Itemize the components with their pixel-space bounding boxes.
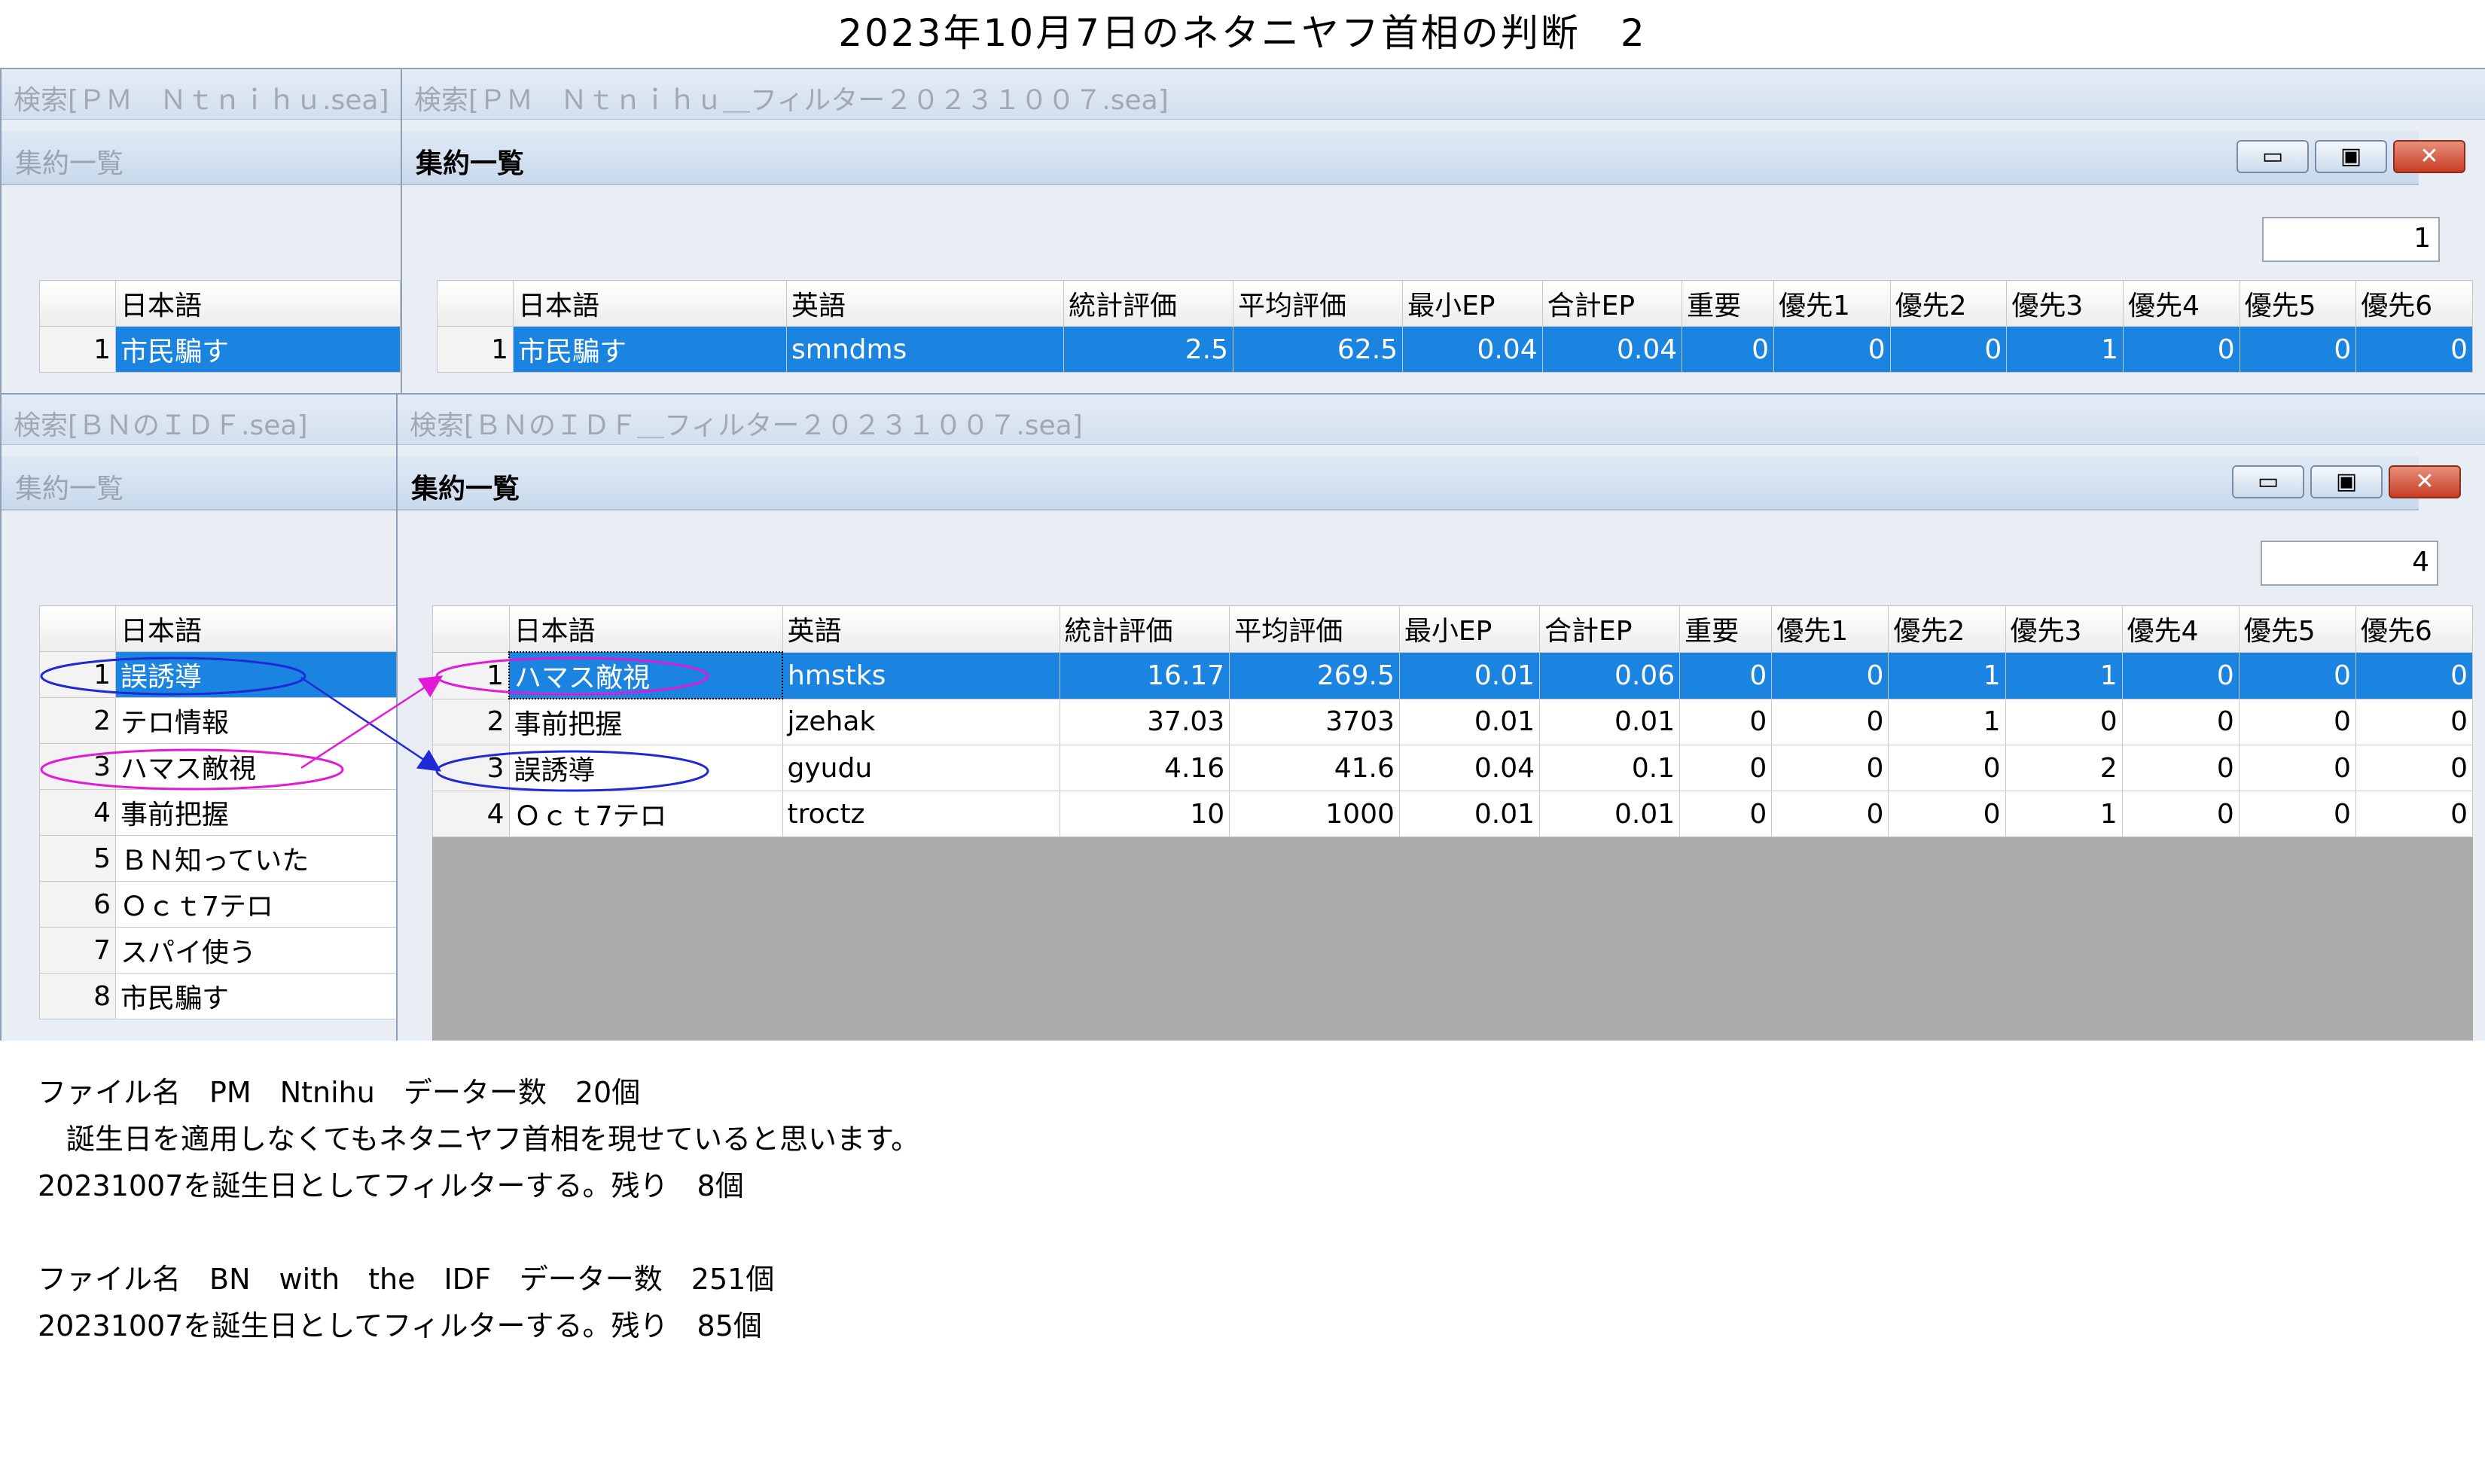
ellipse-magenta-right <box>435 657 709 696</box>
note-line: ファイル名 BN with the IDF データー数 251個 <box>38 1263 775 1296</box>
note-line: ファイル名 PM Ntnihu データー数 20個 <box>38 1076 641 1109</box>
ellipse-blue-right <box>435 750 709 792</box>
note-line: 誕生日を適用しなくてもネタニヤフ首相を現せていると思います。 <box>38 1123 920 1156</box>
ellipse-blue-left <box>40 657 306 696</box>
ellipse-magenta-left <box>40 748 344 791</box>
note-line: 20231007を誕生日としてフィルターする。残り 85個 <box>38 1309 762 1342</box>
note-line: 20231007を誕生日としてフィルターする。残り 8個 <box>38 1169 744 1202</box>
